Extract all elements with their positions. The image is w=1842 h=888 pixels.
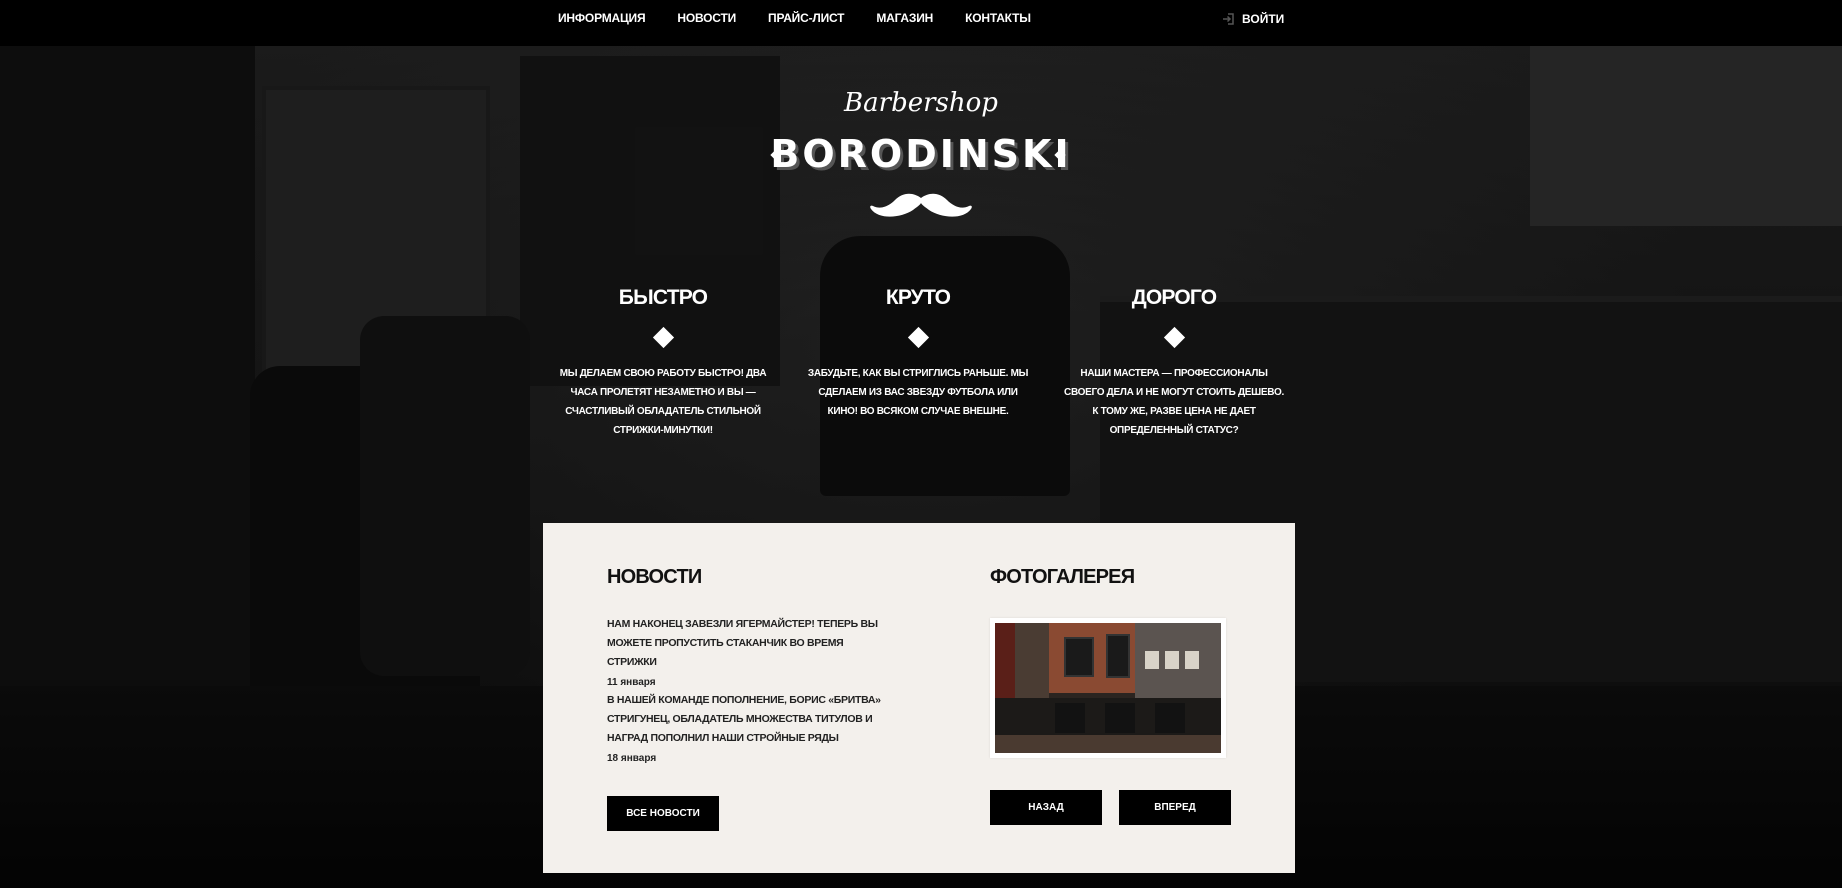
- feature-diamond-icon: [1163, 326, 1185, 349]
- content-panel: НОВОСТИ НАМ НАКОНЕЦ ЗАВЕЗЛИ ЯГЕРМАЙСТЕР!…: [543, 523, 1295, 873]
- logo-script-text: Barbershop: [844, 88, 998, 118]
- news-item: НАМ НАКОНЕЦ ЗАВЕЗЛИ ЯГЕРМАЙСТЕР! ТЕПЕРЬ …: [607, 615, 893, 688]
- nav-link-shop[interactable]: МАГАЗИН: [876, 0, 933, 37]
- login-label: ВОЙТИ: [1242, 11, 1285, 26]
- news-item-date: 18 января: [607, 753, 657, 764]
- feature-expensive-title: ДОРОГО: [1131, 286, 1217, 309]
- news-item: В НАШЕЙ КОМАНДЕ ПОПОЛНЕНИЕ, БОРИС «БРИТВ…: [607, 691, 893, 764]
- feature-cool-title: КРУТО: [885, 286, 951, 309]
- nav-link-info[interactable]: ИНФОРМАЦИЯ: [558, 0, 646, 37]
- gallery-frame: [990, 618, 1226, 758]
- feature-cool: КРУТО ЗАБУДЬТЕ, КАК ВЫ СТРИГЛИСЬ РАНЬШЕ.…: [807, 286, 1029, 421]
- feature-expensive: ДОРОГО НАШИ МАСТЕРА — ПРОФЕССИОНАЛЫ СВОЕ…: [1063, 286, 1285, 440]
- gallery-prev-button[interactable]: НАЗАД: [990, 790, 1102, 825]
- barbershop-logo: Barbershop BORODINSKI: [760, 88, 1082, 218]
- feature-cool-text: ЗАБУДЬТЕ, КАК ВЫ СТРИГЛИСЬ РАНЬШЕ. МЫ СД…: [807, 368, 1029, 417]
- login-icon: [1222, 12, 1234, 25]
- news-item-date: 11 января: [607, 677, 656, 688]
- login-link[interactable]: ВОЙТИ: [1222, 0, 1284, 37]
- main-nav: ИНФОРМАЦИЯ НОВОСТИ ПРАЙС-ЛИСТ МАГАЗИН КО…: [558, 0, 1063, 37]
- top-navigation-bar: ИНФОРМАЦИЯ НОВОСТИ ПРАЙС-ЛИСТ МАГАЗИН КО…: [0, 0, 1842, 46]
- feature-fast-title: БЫСТРО: [618, 286, 708, 309]
- feature-fast: БЫСТРО МЫ ДЕЛАЕМ СВОЮ РАБОТУ БЫСТРО! ДВА…: [552, 286, 774, 440]
- feature-diamond-icon: [652, 326, 674, 349]
- nav-link-contacts[interactable]: КОНТАКТЫ: [965, 0, 1031, 37]
- feature-expensive-text: НАШИ МАСТЕРА — ПРОФЕССИОНАЛЫ СВОЕГО ДЕЛА…: [1064, 368, 1284, 436]
- news-item-text[interactable]: НАМ НАКОНЕЦ ЗАВЕЗЛИ ЯГЕРМАЙСТЕР! ТЕПЕРЬ …: [607, 615, 893, 672]
- news-item-text[interactable]: В НАШЕЙ КОМАНДЕ ПОПОЛНЕНИЕ, БОРИС «БРИТВ…: [607, 691, 893, 748]
- logo-name: BORODINSKI: [770, 132, 1072, 176]
- gallery-photo[interactable]: [995, 623, 1221, 753]
- gallery-photo-image: [995, 623, 1221, 753]
- nav-link-price-list[interactable]: ПРАЙС-ЛИСТ: [768, 0, 844, 37]
- gallery-next-button[interactable]: ВПЕРЕД: [1119, 790, 1231, 825]
- mustache-icon: [870, 193, 972, 217]
- nav-link-news[interactable]: НОВОСТИ: [677, 0, 736, 37]
- gallery-heading: ФОТОГАЛЕРЕЯ: [990, 566, 1135, 588]
- feature-diamond-icon: [907, 326, 929, 349]
- feature-fast-text: МЫ ДЕЛАЕМ СВОЮ РАБОТУ БЫСТРО! ДВА ЧАСА П…: [559, 368, 767, 436]
- all-news-button[interactable]: ВСЕ НОВОСТИ: [607, 796, 719, 831]
- news-heading: НОВОСТИ: [607, 566, 702, 588]
